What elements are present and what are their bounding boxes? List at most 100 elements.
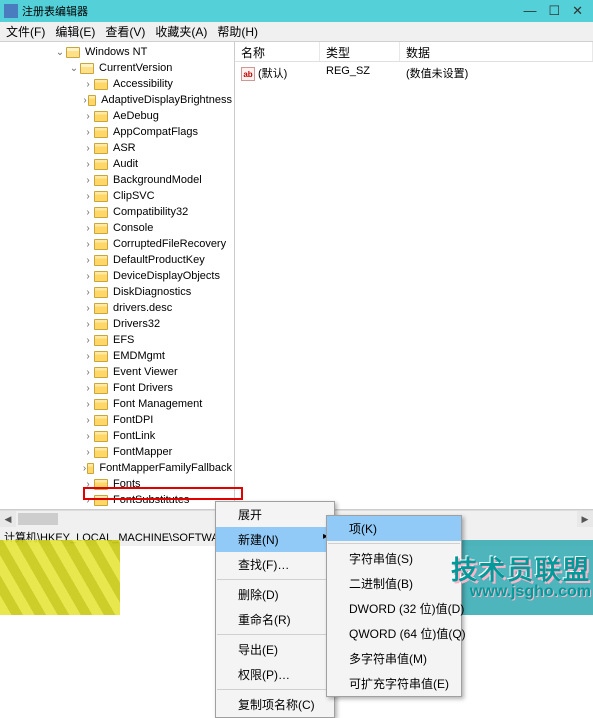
tree-node-event-viewer[interactable]: ›Event Viewer [0, 364, 234, 380]
menu-item[interactable]: 多字符串值(M) [327, 646, 461, 671]
expander-expand-icon[interactable]: › [82, 479, 94, 490]
tree-node-fontmapper[interactable]: ›FontMapper [0, 444, 234, 460]
maximize-button[interactable]: ☐ [548, 3, 560, 19]
tree-node-devicedisplayobjects[interactable]: › DeviceDisplayObjects [0, 268, 234, 284]
menu-favorites[interactable]: 收藏夹(A) [155, 23, 207, 40]
tree-node-emdmgmt[interactable]: ›EMDMgmt [0, 348, 234, 364]
menu-separator [217, 689, 333, 690]
folder-closed-icon [94, 351, 108, 362]
expander-expand-icon[interactable]: › [82, 159, 94, 170]
expander-expand-icon[interactable]: › [82, 255, 94, 266]
tree-node-fontdpi[interactable]: ›FontDPI [0, 412, 234, 428]
expander-expand-icon[interactable]: › [82, 143, 94, 154]
tree-node-aedebug[interactable]: ›AeDebug [0, 108, 234, 124]
watermark: 技术员联盟 www.jsgho.com [451, 550, 591, 601]
menu-item[interactable]: 可扩充字符串值(E) [327, 671, 461, 696]
tree-node-font-drivers[interactable]: ›Font Drivers [0, 380, 234, 396]
tree-node-backgroundmodel[interactable]: ›BackgroundModel [0, 172, 234, 188]
tree-node-appcompatflags[interactable]: ›AppCompatFlags [0, 124, 234, 140]
expander-expand-icon[interactable]: › [82, 415, 94, 426]
menu-item[interactable]: 新建(N) [216, 527, 334, 552]
menu-item[interactable]: DWORD (32 位)值(D) [327, 596, 461, 621]
tree-node-compatibility32[interactable]: ›Compatibility32 [0, 204, 234, 220]
expander-expand-icon[interactable]: › [82, 175, 94, 186]
menu-file[interactable]: 文件(F) [6, 23, 45, 40]
expander-expand-icon[interactable]: › [82, 319, 94, 330]
tree-node-drivers.desc[interactable]: ›drivers.desc [0, 300, 234, 316]
expander-expand-icon[interactable]: › [82, 399, 94, 410]
menu-item[interactable]: 二进制值(B) [327, 571, 461, 596]
tree-node-audit[interactable]: ›Audit [0, 156, 234, 172]
menu-item[interactable]: 字符串值(S) [327, 546, 461, 571]
tree-node-drivers32[interactable]: ›Drivers32 [0, 316, 234, 332]
tree-node-font-management[interactable]: ›Font Management [0, 396, 234, 412]
expander-expand-icon[interactable]: › [82, 287, 94, 298]
tree-node-windows-nt[interactable]: ⌄ Windows NT [0, 44, 234, 60]
tree-label: Windows NT [83, 46, 149, 58]
folder-closed-icon [94, 303, 108, 314]
menu-item[interactable]: 查找(F)… [216, 552, 334, 577]
tree-node-corruptedfilerecovery[interactable]: ›CorruptedFileRecovery [0, 236, 234, 252]
tree-label: ClipSVC [111, 190, 157, 202]
tree-label: DefaultProductKey [111, 254, 207, 266]
menu-item[interactable]: 项(K) [327, 516, 461, 541]
menu-help[interactable]: 帮助(H) [217, 23, 258, 40]
tree-node-fontsubstitutes[interactable]: ›FontSubstitutes [0, 492, 234, 508]
expander-expand-icon[interactable]: › [82, 127, 94, 138]
expander-expand-icon[interactable]: › [82, 383, 94, 394]
expander-expand-icon[interactable]: › [82, 271, 94, 282]
menu-view[interactable]: 查看(V) [105, 23, 145, 40]
scroll-right-arrow-2[interactable]: ▶ [577, 511, 593, 527]
expander-expand-icon[interactable]: › [82, 367, 94, 378]
tree-node-accessibility[interactable]: ›Accessibility [0, 76, 234, 92]
expander-expand-icon[interactable]: › [82, 447, 94, 458]
menu-item[interactable]: 展开 [216, 502, 334, 527]
menu-item[interactable]: 权限(P)… [216, 662, 334, 687]
expander-expand-icon[interactable]: › [82, 335, 94, 346]
expander-expand-icon[interactable]: › [82, 79, 94, 90]
tree-node-diskdiagnostics[interactable]: ›DiskDiagnostics [0, 284, 234, 300]
tree-node-efs[interactable]: ›EFS [0, 332, 234, 348]
tree-node-gre_initialize[interactable]: ›GRE_Initialize [0, 508, 234, 509]
minimize-button[interactable]: — [523, 3, 536, 19]
expander-expand-icon[interactable]: › [82, 351, 94, 362]
menu-edit[interactable]: 编辑(E) [55, 23, 95, 40]
tree-node-clipsvc[interactable]: › ClipSVC [0, 188, 234, 204]
expander-expand-icon[interactable]: › [82, 223, 94, 234]
expander-expand-icon[interactable]: › [82, 191, 94, 202]
tree-node-adaptivedisplaybrightness[interactable]: ›AdaptiveDisplayBrightness [0, 92, 234, 108]
watermark-url: www.jsgho.com [451, 583, 591, 601]
tree-node-defaultproductkey[interactable]: › DefaultProductKey [0, 252, 234, 268]
menu-item[interactable]: 复制项名称(C) [216, 692, 334, 717]
expander-expand-icon[interactable]: › [82, 495, 94, 506]
folder-closed-icon [94, 159, 108, 170]
tree-node-fontmapperfamilyfallback[interactable]: ›FontMapperFamilyFallback [0, 460, 234, 476]
list-pane: 名称 类型 数据 ab(默认) REG_SZ (数值未设置) [235, 42, 593, 509]
close-button[interactable]: ✕ [572, 3, 583, 19]
tree-node-fonts[interactable]: ›Fonts [0, 476, 234, 492]
tree-label: DeviceDisplayObjects [111, 270, 222, 282]
tree-node-fontlink[interactable]: ›FontLink [0, 428, 234, 444]
col-header-type[interactable]: 类型 [320, 42, 400, 61]
folder-closed-icon [94, 399, 108, 410]
tree-node-console[interactable]: ›Console [0, 220, 234, 236]
tree-node-asr[interactable]: ›ASR [0, 140, 234, 156]
menu-item[interactable]: 删除(D) [216, 582, 334, 607]
expander-collapse-icon[interactable]: ⌄ [68, 63, 80, 74]
menu-item[interactable]: 重命名(R) [216, 607, 334, 632]
expander-expand-icon[interactable]: › [82, 207, 94, 218]
folder-closed-icon [94, 367, 108, 378]
expander-collapse-icon[interactable]: ⌄ [54, 47, 66, 58]
col-header-name[interactable]: 名称 [235, 42, 320, 61]
expander-expand-icon[interactable]: › [82, 111, 94, 122]
expander-expand-icon[interactable]: › [82, 239, 94, 250]
menu-item[interactable]: QWORD (64 位)值(Q) [327, 621, 461, 646]
menu-item[interactable]: 导出(E) [216, 637, 334, 662]
expander-expand-icon[interactable]: › [82, 431, 94, 442]
tree-node-currentversion[interactable]: ⌄CurrentVersion [0, 60, 234, 76]
expander-expand-icon[interactable]: › [82, 303, 94, 314]
list-row[interactable]: ab(默认) REG_SZ (数值未设置) [235, 62, 593, 84]
scroll-thumb[interactable] [18, 513, 58, 525]
scroll-left-arrow[interactable]: ◀ [0, 511, 16, 527]
col-header-data[interactable]: 数据 [400, 42, 593, 61]
